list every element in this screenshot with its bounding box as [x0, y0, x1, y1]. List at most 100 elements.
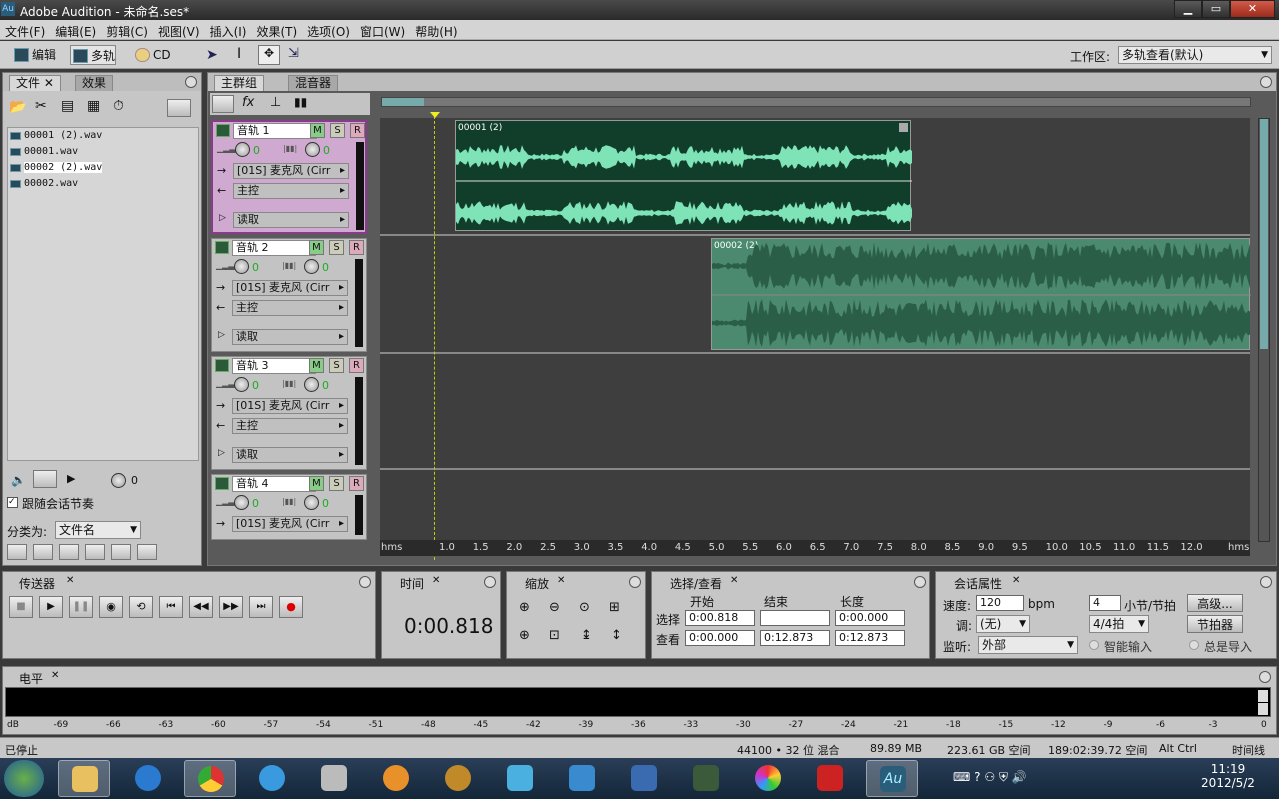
audio-clip-1[interactable]: 00001 (2)	[455, 120, 912, 231]
volume-knob[interactable]	[234, 377, 249, 392]
menu-edit[interactable]: 编辑(E)	[50, 20, 101, 43]
menu-file[interactable]: 文件(F)	[0, 20, 50, 43]
track-name-field[interactable]: 音轨 2	[232, 240, 316, 256]
close-button[interactable]: ✕	[1230, 0, 1275, 18]
start-button[interactable]	[4, 760, 44, 797]
taskbar-app-color[interactable]	[742, 760, 794, 797]
workspace-select[interactable]: 多轨查看(默认) ▼	[1118, 46, 1272, 64]
track-name-field[interactable]: 音轨 4	[232, 476, 316, 492]
track-name-field[interactable]: 音轨 3	[232, 358, 316, 374]
play-file-icon[interactable]: ⏱	[113, 98, 124, 114]
automation-mode-select[interactable]: 读取	[232, 329, 348, 345]
pan-knob[interactable]	[305, 142, 320, 157]
taskbar-app-115[interactable]	[618, 760, 670, 797]
panel-menu-icon[interactable]	[1259, 671, 1271, 683]
solo-button[interactable]: S	[329, 358, 344, 373]
output-select[interactable]: 主控	[232, 418, 348, 434]
close-icon[interactable]: ✕	[1012, 575, 1020, 586]
zoom-in-icon[interactable]: ⊕	[519, 600, 530, 615]
volume-knob[interactable]	[235, 142, 250, 157]
pause-icon[interactable]: ❚❚	[69, 596, 93, 618]
play-icon[interactable]: ▶	[67, 472, 75, 485]
input-select[interactable]: [01S] 麦克风 (Cirr	[232, 280, 348, 296]
close-icon[interactable]: ✕	[730, 575, 738, 586]
stop-icon[interactable]: ■	[9, 596, 33, 618]
menu-help[interactable]: 帮助(H)	[410, 20, 462, 43]
view-options-icon[interactable]	[167, 99, 191, 117]
close-icon[interactable]: ✕	[66, 575, 74, 586]
pan-knob[interactable]	[304, 259, 319, 274]
taskbar-fun[interactable]	[308, 760, 360, 797]
pan-knob[interactable]	[304, 495, 319, 510]
time-ruler[interactable]: hms hms 1.0 1.5 2.0 2.5 3.0 3.5 4.0 4.5 5.0 5.5 6.…	[380, 540, 1250, 556]
track-header[interactable]: 音轨 3 M S R ▁▂▃ 0 |▮▮| 0 → [01S] 麦克风 (Cir…	[211, 356, 367, 470]
preview-volume-knob[interactable]	[111, 473, 126, 488]
taskbar-wow[interactable]	[432, 760, 484, 797]
mute-button[interactable]: M	[310, 123, 325, 138]
select-move-tool-icon[interactable]: ⇲	[288, 46, 299, 61]
zoom-left-icon[interactable]: ⊕	[519, 628, 530, 643]
loop-play-icon[interactable]: ⟲	[129, 596, 153, 618]
input-select[interactable]: [01S] 麦克风 (Cirr	[233, 163, 349, 179]
taskbar-baidu[interactable]	[370, 760, 422, 797]
clip-indicator-right[interactable]	[1258, 703, 1268, 715]
output-select[interactable]: 主控	[232, 300, 348, 316]
mute-button[interactable]: M	[309, 358, 324, 373]
rewind-icon[interactable]: ◀◀	[189, 596, 213, 618]
filter-loop-icon[interactable]	[33, 544, 53, 560]
view-start-field[interactable]: 0:00.000	[685, 630, 755, 646]
filter-audio-icon[interactable]	[7, 544, 27, 560]
tab-main-group[interactable]: 主群组	[214, 75, 265, 91]
record-arm-button[interactable]: R	[350, 123, 365, 138]
filter-video-icon[interactable]	[59, 544, 79, 560]
view-length-field[interactable]: 0:12.873	[835, 630, 905, 646]
taskbar-acrobat[interactable]	[804, 760, 856, 797]
filter-midi-icon[interactable]	[85, 544, 105, 560]
taskbar-app-terminal[interactable]	[680, 760, 732, 797]
open-file-icon[interactable]: 📂	[9, 99, 26, 115]
maximize-button[interactable]: ▭	[1202, 0, 1230, 18]
tab-mixer[interactable]: 混音器	[288, 75, 339, 91]
swap-icon[interactable]	[212, 95, 234, 113]
expand-icon[interactable]: ▷	[218, 330, 225, 340]
track-header[interactable]: 音轨 4 M S R ▁▂▃ 0 |▮▮| 0 → [01S] 麦克风 (Cir…	[211, 474, 367, 540]
metronome-button[interactable]: 节拍器	[1187, 615, 1243, 633]
shield-icon[interactable]: ⛨	[999, 770, 1008, 784]
volume-knob[interactable]	[234, 495, 249, 510]
tab-effects[interactable]: 效果	[75, 75, 114, 91]
key-select[interactable]: (无) ▼	[976, 615, 1030, 633]
taskbar-itunes[interactable]	[246, 760, 298, 797]
volume-icon[interactable]: 🔊	[1012, 770, 1027, 784]
pan-knob[interactable]	[304, 377, 319, 392]
monitor-select[interactable]: 外部 ▼	[978, 636, 1078, 654]
fast-forward-icon[interactable]: ▶▶	[219, 596, 243, 618]
list-item[interactable]: 00002.wav	[8, 176, 198, 192]
clip-corner-icon[interactable]	[899, 123, 908, 132]
beats-field[interactable]: 4	[1089, 595, 1121, 611]
play-from-cursor-icon[interactable]: ◉	[99, 596, 123, 618]
taskbar-ie[interactable]	[122, 760, 174, 797]
record-arm-button[interactable]: R	[349, 240, 364, 255]
solo-button[interactable]: S	[330, 123, 345, 138]
mute-button[interactable]: M	[309, 476, 324, 491]
track-lane-4[interactable]	[380, 470, 1250, 540]
zoom-out-vertical-icon[interactable]: ↕	[611, 628, 622, 643]
help-icon[interactable]: ?	[974, 770, 980, 784]
menu-window[interactable]: 窗口(W)	[355, 20, 410, 43]
close-icon[interactable]: ✕	[51, 670, 59, 681]
panel-menu-icon[interactable]	[359, 576, 371, 588]
menu-options[interactable]: 选项(O)	[302, 20, 355, 43]
zoom-selection-icon[interactable]: ⊞	[609, 600, 620, 615]
track-lane-3[interactable]	[380, 354, 1250, 470]
menu-clip[interactable]: 剪辑(C)	[101, 20, 153, 43]
menu-insert[interactable]: 插入(I)	[205, 20, 252, 43]
time-selection-tool-icon[interactable]: Ⅰ	[237, 46, 241, 62]
panel-menu-icon[interactable]	[484, 576, 496, 588]
selection-end-field[interactable]	[760, 610, 830, 626]
audio-clip-2[interactable]: 00002 (2)	[711, 238, 1251, 350]
fx-icon[interactable]: fx	[242, 95, 254, 110]
edit-file-icon[interactable]: ▦	[87, 98, 100, 114]
filter-session-icon[interactable]	[111, 544, 131, 560]
track-header[interactable]: 音轨 1 M S R ▁▂▃ 0 |▮▮| 0 → [01S] 麦克风 (Cir…	[211, 120, 367, 234]
panel-menu-icon[interactable]	[185, 76, 197, 88]
